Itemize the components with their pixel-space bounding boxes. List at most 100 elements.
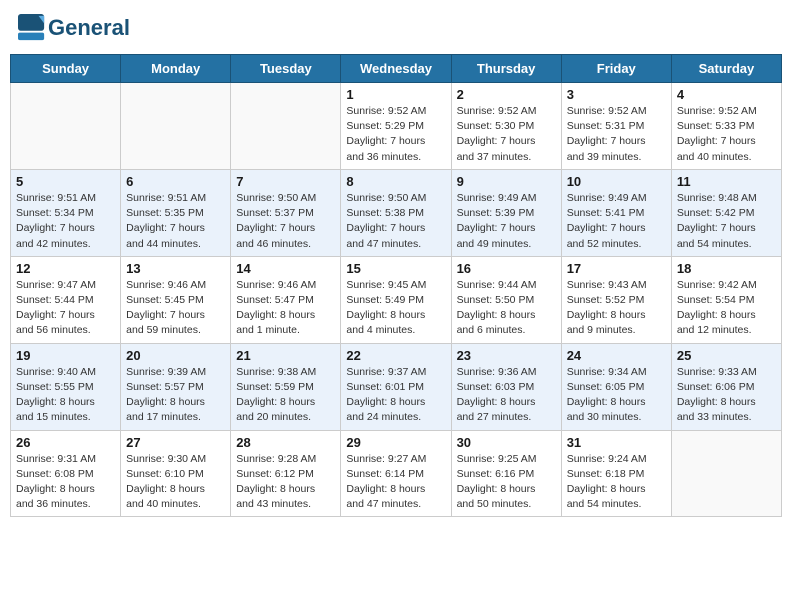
day-info: Sunrise: 9:34 AM Sunset: 6:05 PM Dayligh… xyxy=(567,365,666,426)
calendar-cell: 6 Sunrise: 9:51 AM Sunset: 5:35 PM Daylig… xyxy=(121,169,231,256)
calendar-cell: 17 Sunrise: 9:43 AM Sunset: 5:52 PM Dayli… xyxy=(561,256,671,343)
day-info: Sunrise: 9:50 AM Sunset: 5:38 PM Dayligh… xyxy=(346,191,445,252)
col-header-saturday: Saturday xyxy=(671,55,781,83)
logo-icon xyxy=(18,14,46,42)
calendar-cell: 1 Sunrise: 9:52 AM Sunset: 5:29 PM Daylig… xyxy=(341,83,451,170)
day-number: 19 xyxy=(16,348,115,363)
day-number: 24 xyxy=(567,348,666,363)
day-number: 3 xyxy=(567,87,666,102)
calendar-cell: 16 Sunrise: 9:44 AM Sunset: 5:50 PM Dayli… xyxy=(451,256,561,343)
day-info: Sunrise: 9:46 AM Sunset: 5:47 PM Dayligh… xyxy=(236,278,335,339)
day-number: 29 xyxy=(346,435,445,450)
calendar-cell: 21 Sunrise: 9:38 AM Sunset: 5:59 PM Dayli… xyxy=(231,343,341,430)
calendar-cell: 27 Sunrise: 9:30 AM Sunset: 6:10 PM Dayli… xyxy=(121,430,231,517)
day-number: 15 xyxy=(346,261,445,276)
calendar-cell: 29 Sunrise: 9:27 AM Sunset: 6:14 PM Dayli… xyxy=(341,430,451,517)
day-info: Sunrise: 9:52 AM Sunset: 5:33 PM Dayligh… xyxy=(677,104,776,165)
calendar-cell: 3 Sunrise: 9:52 AM Sunset: 5:31 PM Daylig… xyxy=(561,83,671,170)
col-header-friday: Friday xyxy=(561,55,671,83)
day-number: 13 xyxy=(126,261,225,276)
day-number: 21 xyxy=(236,348,335,363)
calendar-cell: 7Sunrise: 9:50 AM Sunset: 5:37 PM Daylig… xyxy=(231,169,341,256)
day-info: Sunrise: 9:36 AM Sunset: 6:03 PM Dayligh… xyxy=(457,365,556,426)
calendar-week-1: 1 Sunrise: 9:52 AM Sunset: 5:29 PM Daylig… xyxy=(11,83,782,170)
day-number: 11 xyxy=(677,174,776,189)
day-info: Sunrise: 9:43 AM Sunset: 5:52 PM Dayligh… xyxy=(567,278,666,339)
day-number: 16 xyxy=(457,261,556,276)
day-info: Sunrise: 9:28 AM Sunset: 6:12 PM Dayligh… xyxy=(236,452,335,513)
calendar-cell: 23 Sunrise: 9:36 AM Sunset: 6:03 PM Dayli… xyxy=(451,343,561,430)
day-info: Sunrise: 9:46 AM Sunset: 5:45 PM Dayligh… xyxy=(126,278,225,339)
calendar-cell: 26 Sunrise: 9:31 AM Sunset: 6:08 PM Dayli… xyxy=(11,430,121,517)
day-info: Sunrise: 9:24 AM Sunset: 6:18 PM Dayligh… xyxy=(567,452,666,513)
day-info: Sunrise: 9:44 AM Sunset: 5:50 PM Dayligh… xyxy=(457,278,556,339)
calendar-cell: 30 Sunrise: 9:25 AM Sunset: 6:16 PM Dayli… xyxy=(451,430,561,517)
col-header-sunday: Sunday xyxy=(11,55,121,83)
day-number: 30 xyxy=(457,435,556,450)
calendar-cell: 9 Sunrise: 9:49 AM Sunset: 5:39 PM Daylig… xyxy=(451,169,561,256)
calendar-cell: 19Sunrise: 9:40 AM Sunset: 5:55 PM Dayli… xyxy=(11,343,121,430)
day-info: Sunrise: 9:52 AM Sunset: 5:31 PM Dayligh… xyxy=(567,104,666,165)
day-number: 27 xyxy=(126,435,225,450)
day-info: Sunrise: 9:33 AM Sunset: 6:06 PM Dayligh… xyxy=(677,365,776,426)
day-number: 18 xyxy=(677,261,776,276)
calendar-cell: 2 Sunrise: 9:52 AM Sunset: 5:30 PM Daylig… xyxy=(451,83,561,170)
day-number: 28 xyxy=(236,435,335,450)
day-info: Sunrise: 9:42 AM Sunset: 5:54 PM Dayligh… xyxy=(677,278,776,339)
calendar-cell xyxy=(11,83,121,170)
day-number: 17 xyxy=(567,261,666,276)
calendar-table: SundayMondayTuesdayWednesdayThursdayFrid… xyxy=(10,54,782,517)
col-header-wednesday: Wednesday xyxy=(341,55,451,83)
day-number: 25 xyxy=(677,348,776,363)
calendar-cell: 31 Sunrise: 9:24 AM Sunset: 6:18 PM Dayli… xyxy=(561,430,671,517)
calendar-cell: 20Sunrise: 9:39 AM Sunset: 5:57 PM Dayli… xyxy=(121,343,231,430)
day-number: 4 xyxy=(677,87,776,102)
day-info: Sunrise: 9:47 AM Sunset: 5:44 PM Dayligh… xyxy=(16,278,115,339)
day-info: Sunrise: 9:38 AM Sunset: 5:59 PM Dayligh… xyxy=(236,365,335,426)
calendar-cell: 13 Sunrise: 9:46 AM Sunset: 5:45 PM Dayli… xyxy=(121,256,231,343)
col-header-monday: Monday xyxy=(121,55,231,83)
logo: General xyxy=(18,14,130,42)
page-header: General xyxy=(10,10,782,46)
day-info: Sunrise: 9:27 AM Sunset: 6:14 PM Dayligh… xyxy=(346,452,445,513)
day-number: 10 xyxy=(567,174,666,189)
calendar-cell: 28 Sunrise: 9:28 AM Sunset: 6:12 PM Dayli… xyxy=(231,430,341,517)
day-info: Sunrise: 9:48 AM Sunset: 5:42 PM Dayligh… xyxy=(677,191,776,252)
day-info: Sunrise: 9:45 AM Sunset: 5:49 PM Dayligh… xyxy=(346,278,445,339)
day-info: Sunrise: 9:52 AM Sunset: 5:29 PM Dayligh… xyxy=(346,104,445,165)
calendar-week-4: 19Sunrise: 9:40 AM Sunset: 5:55 PM Dayli… xyxy=(11,343,782,430)
day-info: Sunrise: 9:49 AM Sunset: 5:41 PM Dayligh… xyxy=(567,191,666,252)
day-number: 6 xyxy=(126,174,225,189)
day-number: 2 xyxy=(457,87,556,102)
day-number: 12 xyxy=(16,261,115,276)
day-info: Sunrise: 9:51 AM Sunset: 5:35 PM Dayligh… xyxy=(126,191,225,252)
day-info: Sunrise: 9:30 AM Sunset: 6:10 PM Dayligh… xyxy=(126,452,225,513)
day-number: 23 xyxy=(457,348,556,363)
calendar-cell: 4 Sunrise: 9:52 AM Sunset: 5:33 PM Daylig… xyxy=(671,83,781,170)
calendar-cell: 12 Sunrise: 9:47 AM Sunset: 5:44 PM Dayli… xyxy=(11,256,121,343)
day-info: Sunrise: 9:25 AM Sunset: 6:16 PM Dayligh… xyxy=(457,452,556,513)
day-number: 26 xyxy=(16,435,115,450)
calendar-week-2: 5 Sunrise: 9:51 AM Sunset: 5:34 PM Daylig… xyxy=(11,169,782,256)
calendar-cell: 15 Sunrise: 9:45 AM Sunset: 5:49 PM Dayli… xyxy=(341,256,451,343)
day-number: 14 xyxy=(236,261,335,276)
day-info: Sunrise: 9:51 AM Sunset: 5:34 PM Dayligh… xyxy=(16,191,115,252)
day-number: 1 xyxy=(346,87,445,102)
col-header-thursday: Thursday xyxy=(451,55,561,83)
col-header-tuesday: Tuesday xyxy=(231,55,341,83)
day-number: 22 xyxy=(346,348,445,363)
day-info: Sunrise: 9:37 AM Sunset: 6:01 PM Dayligh… xyxy=(346,365,445,426)
day-number: 31 xyxy=(567,435,666,450)
day-info: Sunrise: 9:52 AM Sunset: 5:30 PM Dayligh… xyxy=(457,104,556,165)
calendar-cell xyxy=(121,83,231,170)
day-number: 9 xyxy=(457,174,556,189)
day-number: 20 xyxy=(126,348,225,363)
calendar-header-row: SundayMondayTuesdayWednesdayThursdayFrid… xyxy=(11,55,782,83)
calendar-week-5: 26 Sunrise: 9:31 AM Sunset: 6:08 PM Dayli… xyxy=(11,430,782,517)
day-info: Sunrise: 9:31 AM Sunset: 6:08 PM Dayligh… xyxy=(16,452,115,513)
day-info: Sunrise: 9:49 AM Sunset: 5:39 PM Dayligh… xyxy=(457,191,556,252)
day-number: 5 xyxy=(16,174,115,189)
calendar-cell xyxy=(671,430,781,517)
calendar-cell: 10 Sunrise: 9:49 AM Sunset: 5:41 PM Dayli… xyxy=(561,169,671,256)
calendar-cell: 24 Sunrise: 9:34 AM Sunset: 6:05 PM Dayli… xyxy=(561,343,671,430)
